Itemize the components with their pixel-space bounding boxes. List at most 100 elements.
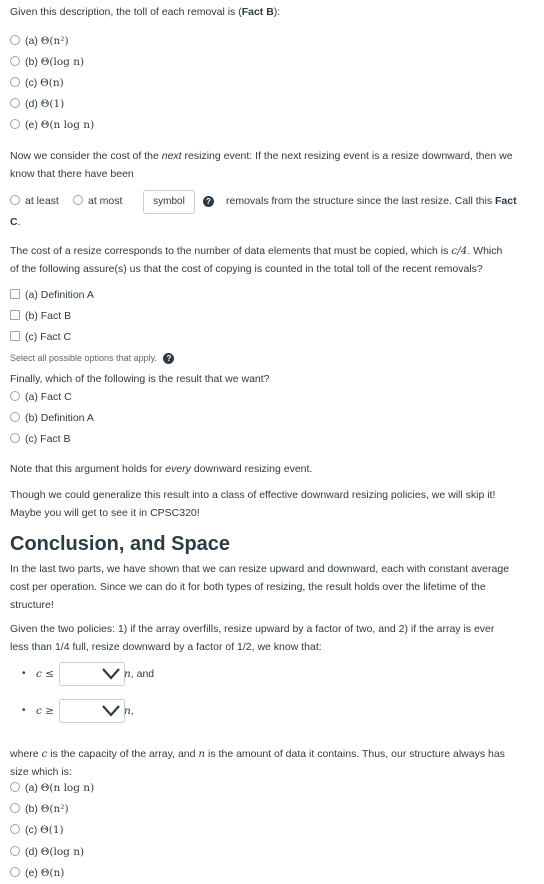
paragraph-text: of the following assure(s) us that the c… bbox=[10, 263, 483, 275]
option-math: Θ(1) bbox=[40, 824, 64, 836]
radio-button[interactable] bbox=[10, 195, 20, 205]
removals-text: removals from the structure since the la… bbox=[226, 193, 517, 209]
radio-button[interactable] bbox=[10, 98, 20, 108]
radio-button[interactable] bbox=[10, 391, 20, 401]
option-math: Θ(n) bbox=[40, 77, 64, 89]
paragraph-text: In the last two parts, we have shown tha… bbox=[10, 563, 510, 575]
paragraph-text: know that there have been bbox=[10, 168, 134, 180]
hint-text: Select all possible options that apply. bbox=[10, 353, 157, 363]
help-icon[interactable]: ? bbox=[203, 196, 214, 207]
option-label: (c) Fact C bbox=[25, 331, 72, 343]
option-label: (c) bbox=[25, 77, 38, 89]
option-math: Θ(n log n) bbox=[40, 782, 95, 794]
radio-button[interactable] bbox=[10, 782, 20, 792]
at-least-option[interactable]: at least bbox=[10, 193, 59, 209]
q5-option-a[interactable]: (a) Θ(n log n) bbox=[10, 780, 94, 796]
option-label: (d) bbox=[25, 98, 38, 110]
radio-button[interactable] bbox=[10, 56, 20, 66]
option-label: (a) bbox=[25, 35, 38, 47]
q3-option-c[interactable]: (c) Fact C bbox=[10, 329, 71, 345]
q1-option-c[interactable]: (c) Θ(n) bbox=[10, 75, 64, 91]
radio-button[interactable] bbox=[10, 77, 20, 87]
q4-option-a[interactable]: (a) Fact C bbox=[10, 389, 72, 405]
radio-button[interactable] bbox=[73, 195, 83, 205]
generalize-paragraph: Though we could generalize this result i… bbox=[10, 486, 535, 522]
next-resize-paragraph: Now we consider the cost of the next res… bbox=[10, 147, 535, 183]
radio-button[interactable] bbox=[10, 867, 20, 877]
symbol-input[interactable]: symbol bbox=[143, 190, 195, 214]
option-label: (c) Fact B bbox=[25, 433, 71, 445]
bullet2-math: c ≥ bbox=[36, 705, 55, 717]
q5-option-e[interactable]: (e) Θ(n) bbox=[10, 865, 64, 881]
q1-option-e[interactable]: (e) Θ(n log n) bbox=[10, 117, 94, 133]
note-paragraph: Note that this argument holds for every … bbox=[10, 460, 312, 478]
paragraph-text: cost per operation. Since we can do it f… bbox=[10, 581, 486, 593]
paragraph-text: Now we consider the cost of the bbox=[10, 150, 162, 162]
chevron-down-icon bbox=[102, 668, 120, 680]
result-question: Finally, which of the following is the r… bbox=[10, 373, 270, 385]
checkbox[interactable] bbox=[10, 331, 20, 341]
option-math: Θ(n log n) bbox=[40, 119, 95, 131]
option-label: (a) bbox=[25, 782, 38, 794]
checkbox[interactable] bbox=[10, 310, 20, 320]
option-label: at least bbox=[25, 195, 59, 207]
paragraph-text: Though we could generalize this result i… bbox=[10, 489, 496, 501]
option-math: Θ(log n) bbox=[40, 56, 85, 68]
at-most-option[interactable]: at most bbox=[73, 193, 122, 209]
paragraph-text: structure! bbox=[10, 599, 54, 611]
q5-option-c[interactable]: (c) Θ(1) bbox=[10, 822, 64, 838]
radio-button[interactable] bbox=[10, 803, 20, 813]
help-icon[interactable]: ? bbox=[163, 353, 175, 365]
math-c-over-4: c/4 bbox=[451, 245, 468, 257]
q1-option-d[interactable]: (d) Θ(1) bbox=[10, 96, 64, 112]
q4-option-c[interactable]: (c) Fact B bbox=[10, 431, 71, 447]
option-math: Θ(log n) bbox=[40, 846, 85, 858]
q1-option-a[interactable]: (a) Θ(n²) bbox=[10, 33, 69, 49]
copy-cost-question: The cost of a resize corresponds to the … bbox=[10, 242, 535, 278]
emphasis-every: every bbox=[165, 463, 191, 475]
policies-paragraph: Given the two policies: 1) if the array … bbox=[10, 620, 535, 656]
paragraph-text: Maybe you will get to see it in CPSC320! bbox=[10, 507, 200, 519]
q5-option-d[interactable]: (d) Θ(log n) bbox=[10, 844, 84, 860]
q4-option-b[interactable]: (b) Definition A bbox=[10, 410, 94, 426]
q3-option-a[interactable]: (a) Definition A bbox=[10, 287, 94, 303]
radio-button[interactable] bbox=[10, 824, 20, 834]
radio-button[interactable] bbox=[10, 846, 20, 856]
paragraph-text: size which is: bbox=[10, 766, 72, 778]
q1-option-b[interactable]: (b) Θ(log n) bbox=[10, 54, 84, 70]
bullet2-tail: n, bbox=[124, 703, 134, 719]
bullet-dot: • bbox=[22, 668, 26, 679]
option-math: Θ(n²) bbox=[40, 35, 69, 47]
math-n: n bbox=[124, 705, 131, 717]
option-label: (b) Definition A bbox=[25, 412, 94, 424]
option-label: (b) bbox=[25, 56, 38, 68]
radio-button[interactable] bbox=[10, 35, 20, 45]
option-label: (e) bbox=[25, 867, 38, 879]
checkbox[interactable] bbox=[10, 289, 20, 299]
paragraph-text: . Which bbox=[467, 245, 503, 257]
bullet1-tail: n, and bbox=[124, 666, 154, 682]
paragraph-text: Given the two policies: 1) if the array … bbox=[10, 623, 495, 635]
option-label: at most bbox=[88, 195, 123, 207]
bullet-dot: • bbox=[22, 705, 26, 716]
period: . bbox=[17, 216, 21, 228]
bullet2-dropdown[interactable] bbox=[59, 699, 125, 723]
fact-label: Fact bbox=[495, 195, 517, 207]
option-label: (b) Fact B bbox=[25, 310, 72, 322]
fact-c-label-line: C. bbox=[10, 214, 21, 230]
radio-button[interactable] bbox=[10, 412, 20, 422]
radio-button[interactable] bbox=[10, 433, 20, 443]
math-n: n bbox=[124, 668, 131, 680]
option-math: Θ(n²) bbox=[40, 803, 69, 815]
radio-button[interactable] bbox=[10, 119, 20, 129]
option-label: (b) bbox=[25, 803, 38, 815]
size-question: where c is the capacity of the array, an… bbox=[10, 745, 535, 781]
q5-option-b[interactable]: (b) Θ(n²) bbox=[10, 801, 69, 817]
option-math: Θ(n) bbox=[40, 867, 65, 879]
emphasis-next: next bbox=[161, 150, 182, 162]
paragraph-text: The cost of a resize corresponds to the … bbox=[10, 245, 452, 257]
chevron-down-icon bbox=[102, 705, 120, 717]
bullet1-dropdown[interactable] bbox=[59, 662, 125, 686]
q3-option-b[interactable]: (b) Fact B bbox=[10, 308, 71, 324]
fact-b-question: Given this description, the toll of each… bbox=[10, 3, 280, 21]
